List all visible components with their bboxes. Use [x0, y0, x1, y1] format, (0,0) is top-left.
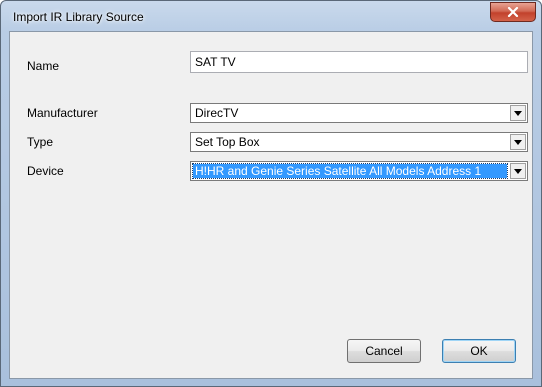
chevron-down-icon[interactable] — [510, 163, 526, 179]
title-bar[interactable]: Import IR Library Source — [1, 1, 541, 35]
close-icon — [507, 7, 519, 17]
device-select[interactable]: H!HR and Genie Series Satellite All Mode… — [190, 161, 528, 181]
dialog-content: Name SAT TV Manufacturer DirecTV Type Se… — [9, 31, 533, 379]
chevron-down-icon[interactable] — [510, 105, 526, 121]
cancel-button[interactable]: Cancel — [347, 339, 421, 363]
type-value: Set Top Box — [195, 135, 260, 149]
manufacturer-select[interactable]: DirecTV — [190, 103, 528, 123]
manufacturer-value: DirecTV — [195, 106, 239, 120]
window-title: Import IR Library Source — [13, 10, 144, 24]
name-field[interactable]: SAT TV — [190, 51, 528, 73]
chevron-down-icon[interactable] — [510, 134, 526, 150]
type-label: Type — [27, 135, 54, 149]
manufacturer-label: Manufacturer — [27, 106, 98, 120]
type-select[interactable]: Set Top Box — [190, 132, 528, 152]
dialog-window: Import IR Library Source Name SAT TV Man… — [0, 0, 542, 387]
ok-button[interactable]: OK — [442, 339, 516, 363]
device-label: Device — [27, 164, 64, 178]
device-value: H!HR and Genie Series Satellite All Mode… — [192, 163, 508, 179]
close-button[interactable] — [490, 2, 536, 22]
name-label: Name — [27, 59, 60, 73]
